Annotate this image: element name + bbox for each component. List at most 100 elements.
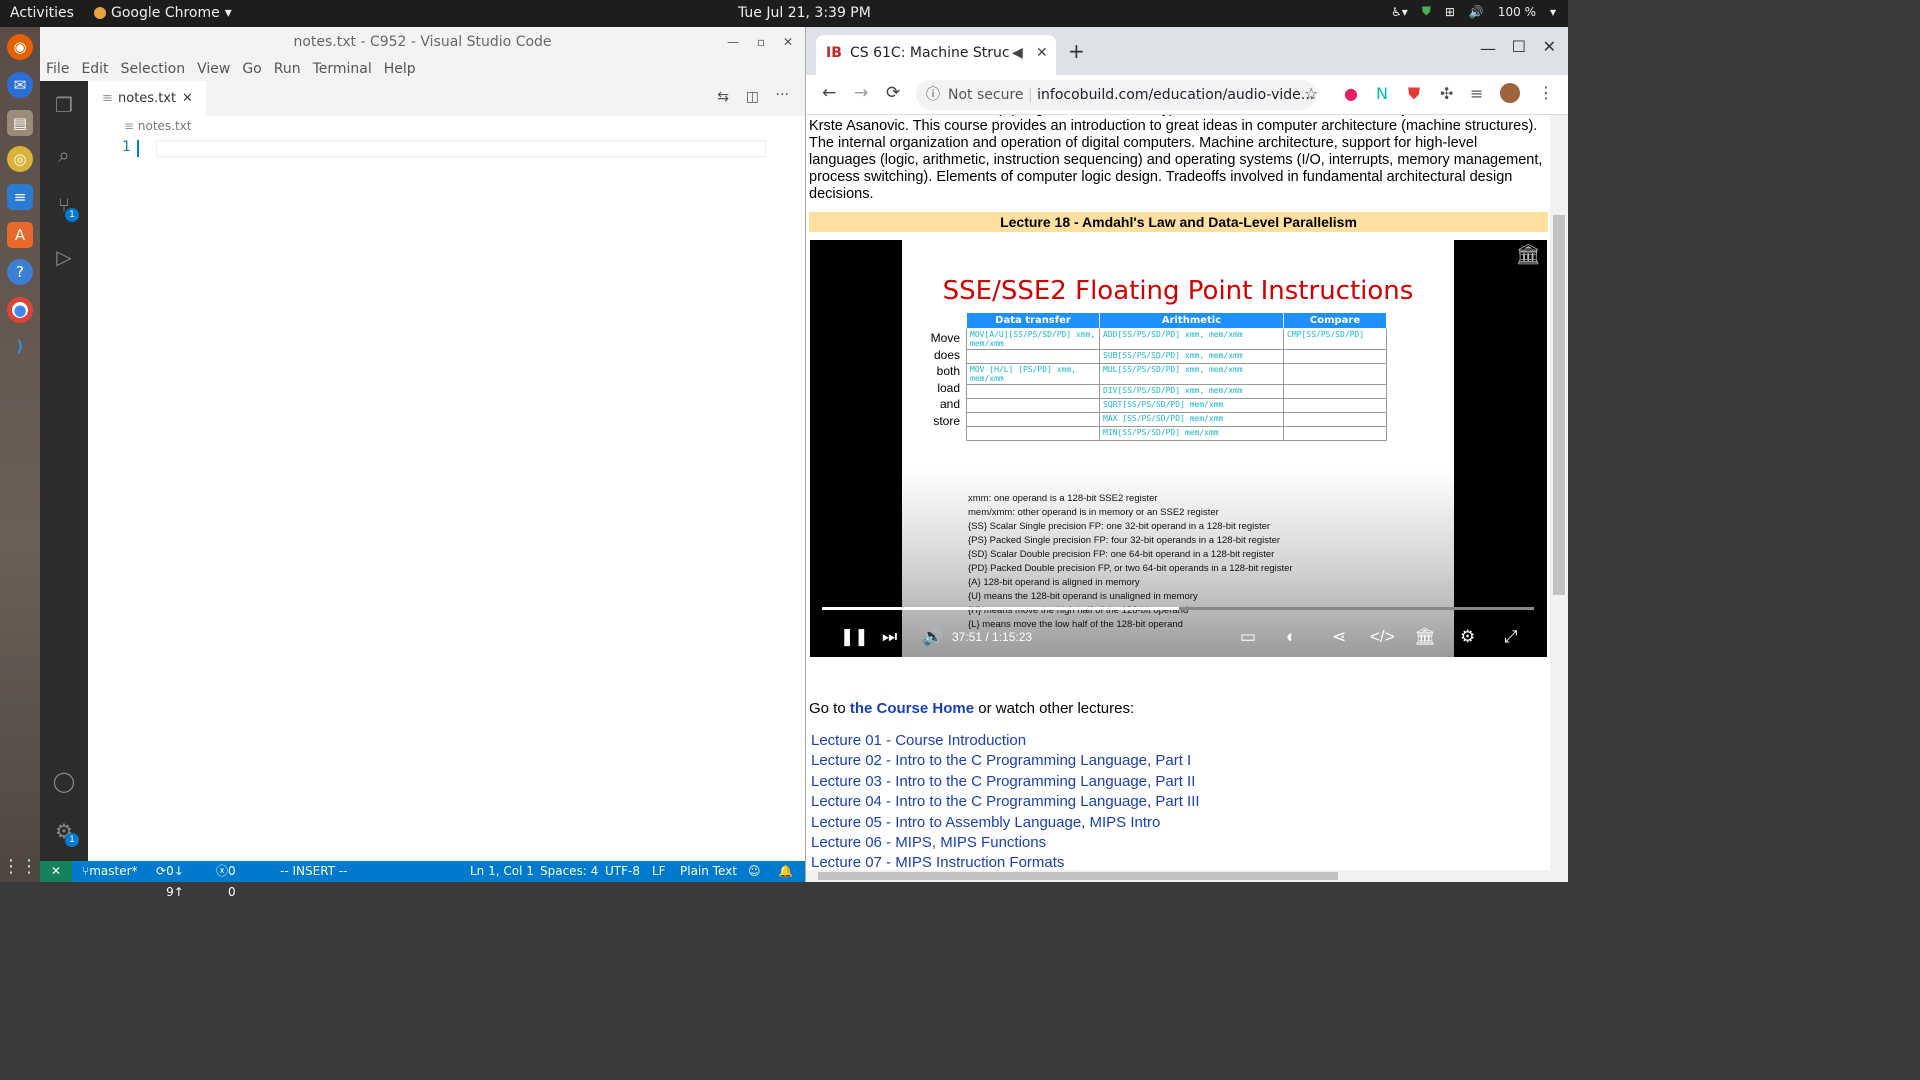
accessibility-icon[interactable]: ♿▾ xyxy=(1391,5,1408,19)
language-mode[interactable]: Plain Text xyxy=(680,861,737,882)
vscode-icon[interactable]: ⟩ xyxy=(7,333,33,359)
split-editor-icon[interactable]: ◫ xyxy=(746,89,759,105)
activities-button[interactable]: Activities xyxy=(10,5,74,21)
line-number: 1 xyxy=(122,139,131,155)
maximize-button[interactable]: ▫ xyxy=(757,27,765,57)
lecture-link[interactable]: Lecture 02 - Intro to the C Programming … xyxy=(809,751,1200,771)
slide-title: SSE/SSE2 Floating Point Instructions xyxy=(942,276,1414,306)
menu-file[interactable]: File xyxy=(46,57,69,81)
reload-icon[interactable]: ⟳ xyxy=(886,83,900,103)
maximize-button[interactable]: ☐ xyxy=(1512,37,1526,56)
firefox-icon[interactable]: ◉ xyxy=(7,34,33,60)
browser-tab[interactable]: IB CS 61C: Machine Struc ◀ ✕ xyxy=(816,35,1056,75)
compare-icon[interactable]: ⇆ xyxy=(717,89,729,105)
embed-icon[interactable]: </> xyxy=(1370,627,1395,647)
vertical-scrollbar[interactable] xyxy=(1550,115,1568,882)
fullscreen-icon[interactable]: ⤢ xyxy=(1504,627,1518,647)
volume-icon[interactable]: 🔊 xyxy=(922,627,943,647)
avatar[interactable] xyxy=(1500,83,1520,103)
pause-icon[interactable]: ❚❚ xyxy=(840,627,869,647)
encoding[interactable]: UTF-8 xyxy=(605,861,640,882)
archive-icon[interactable]: 🏛 xyxy=(1414,627,1436,647)
lecture-link[interactable]: Lecture 04 - Intro to the C Programming … xyxy=(809,792,1200,812)
editor-current-line[interactable] xyxy=(137,140,766,157)
back-icon[interactable]: ← xyxy=(822,83,836,103)
branch-label: master* xyxy=(89,864,138,878)
horizontal-scrollbar[interactable] xyxy=(806,870,1551,882)
eol[interactable]: LF xyxy=(652,861,666,882)
menu-selection[interactable]: Selection xyxy=(121,57,186,81)
extension-icon[interactable]: N xyxy=(1376,84,1388,103)
lecture-link[interactable]: Lecture 05 - Intro to Assembly Language,… xyxy=(809,813,1200,833)
scroll-thumb[interactable] xyxy=(1553,215,1565,595)
close-tab-icon[interactable]: ✕ xyxy=(1036,35,1048,71)
menu-run[interactable]: Run xyxy=(274,57,301,81)
chrome-icon[interactable]: ● xyxy=(7,297,33,323)
files-icon[interactable]: ▤ xyxy=(7,110,33,136)
address-bar[interactable]: ⓘ Not secure | infocobuild.com/education… xyxy=(916,80,1316,110)
account-icon[interactable]: ◯ xyxy=(52,769,76,793)
close-button[interactable]: ✕ xyxy=(1543,37,1556,56)
help-icon[interactable]: ? xyxy=(7,259,33,285)
branch-status[interactable]: ⑂ master* xyxy=(82,861,138,882)
breadcrumb[interactable]: ≡ notes.txt xyxy=(124,119,192,133)
star-icon[interactable]: ☆ xyxy=(1304,84,1318,103)
dock: ◉ ✉ ▤ ◎ ≡ A ? ● ⟩ ⋮⋮ xyxy=(0,27,40,882)
seek-bar[interactable] xyxy=(822,607,1534,610)
software-icon[interactable]: A xyxy=(7,222,33,248)
system-tray[interactable]: ♿▾ ⛊ ⊞ 🔊 100 % ▾ xyxy=(1391,4,1556,19)
scroll-thumb[interactable] xyxy=(818,872,1338,880)
app-menu[interactable]: Google Chrome ▾ xyxy=(94,5,232,21)
gear-icon[interactable]: ⚙ xyxy=(1460,627,1475,647)
menu-icon[interactable]: ⋮ xyxy=(1538,83,1554,102)
close-icon[interactable]: ✕ xyxy=(182,81,193,116)
tab-notes[interactable]: ≡ notes.txt ✕ xyxy=(88,81,206,116)
extension-icon[interactable]: ⛊ xyxy=(1408,84,1420,104)
chrome-icon xyxy=(94,7,106,19)
cast-icon[interactable]: ▭ xyxy=(1240,627,1256,647)
menu-edit[interactable]: Edit xyxy=(81,57,108,81)
lecture-link[interactable]: Lecture 06 - MIPS, MIPS Functions xyxy=(809,833,1200,853)
cursor-position[interactable]: Ln 1, Col 1 xyxy=(470,861,534,882)
puzzle-icon[interactable]: ✣ xyxy=(1440,84,1453,103)
bell-icon[interactable]: 🔔 xyxy=(778,861,793,882)
reading-list-icon[interactable]: ≡ xyxy=(1470,84,1483,103)
lecture-link[interactable]: Lecture 01 - Course Introduction xyxy=(809,731,1200,751)
table-cell: MAX [SS/PS/SD/PD] mem/xmm xyxy=(1099,412,1284,427)
menu-view[interactable]: View xyxy=(197,57,230,81)
menu-terminal[interactable]: Terminal xyxy=(313,57,372,81)
writer-icon[interactable]: ≡ xyxy=(7,184,33,210)
theater-icon[interactable]: ◐ xyxy=(1286,627,1296,647)
explorer-icon[interactable]: ❐ xyxy=(52,93,76,117)
menu-help[interactable]: Help xyxy=(384,57,416,81)
menu-go[interactable]: Go xyxy=(242,57,261,81)
remote-icon[interactable]: ✕ xyxy=(40,861,72,882)
close-button[interactable]: ✕ xyxy=(783,27,793,57)
side-word: store xyxy=(933,413,960,428)
indentation[interactable]: Spaces: 4 xyxy=(540,861,598,882)
new-tab-button[interactable]: + xyxy=(1068,39,1085,63)
cursor xyxy=(137,140,139,157)
problems-status[interactable]: ⓧ 0 0 xyxy=(216,861,236,899)
course-home-link[interactable]: the Course Home xyxy=(850,700,974,717)
tab-strip: IB CS 61C: Machine Struc ◀ ✕ + — ☐ ✕ xyxy=(806,27,1568,75)
rhythmbox-icon[interactable]: ◎ xyxy=(7,146,33,172)
extension-icon[interactable]: ● xyxy=(1344,84,1358,103)
minimize-button[interactable]: — xyxy=(1480,39,1496,58)
video-slide: SSE/SSE2 Floating Point Instructions Mov… xyxy=(902,240,1454,657)
search-icon[interactable]: ⌕ xyxy=(52,143,76,167)
forward-icon[interactable]: → xyxy=(854,83,868,103)
shield-icon[interactable]: ⛊ xyxy=(1422,4,1431,19)
feedback-icon[interactable]: ☺ xyxy=(748,861,761,882)
run-debug-icon[interactable]: ▷ xyxy=(52,245,76,269)
skip-icon[interactable]: ⏭ xyxy=(882,627,897,647)
more-actions-icon[interactable]: ··· xyxy=(776,87,789,103)
clock[interactable]: Tue Jul 21, 3:39 PM xyxy=(738,5,871,21)
lecture-link[interactable]: Lecture 03 - Intro to the C Programming … xyxy=(809,772,1200,792)
share-icon[interactable]: ⋖ xyxy=(1332,627,1346,647)
sync-status[interactable]: ⟳ 0↓ 9↑ xyxy=(156,861,184,899)
minimize-button[interactable]: — xyxy=(727,27,739,57)
thunderbird-icon[interactable]: ✉ xyxy=(7,72,33,98)
apps-grid-icon[interactable]: ⋮⋮ xyxy=(2,853,38,879)
video-player[interactable]: SSE/SSE2 Floating Point Instructions Mov… xyxy=(810,240,1547,657)
